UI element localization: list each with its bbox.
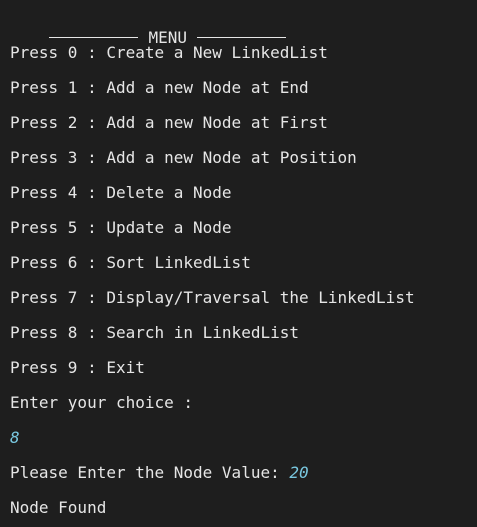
- terminal-window: MENU Press 0 : Create a New LinkedList P…: [0, 0, 477, 527]
- menu-option-3: Press 3 : Add a new Node at Position: [10, 148, 357, 167]
- menu-option-7: Press 7 : Display/Traversal the LinkedLi…: [10, 288, 415, 307]
- node-value-line: Please Enter the Node Value: 20: [10, 463, 309, 483]
- menu-rule-left: [48, 37, 138, 38]
- menu-option-8: Press 8 : Search in LinkedList: [10, 323, 299, 342]
- menu-rule-right: [197, 37, 287, 38]
- node-value-prompt: Please Enter the Node Value:: [10, 463, 290, 482]
- menu-header: MENU: [10, 8, 287, 47]
- menu-option-4: Press 4 : Delete a Node: [10, 183, 232, 202]
- menu-option-5: Press 5 : Update a Node: [10, 218, 232, 237]
- search-result: Node Found: [10, 498, 107, 517]
- node-value-input[interactable]: 20: [289, 463, 308, 482]
- choice-input[interactable]: 8: [10, 428, 20, 448]
- menu-option-9: Press 9 : Exit: [10, 358, 145, 377]
- choice-prompt: Enter your choice :: [10, 393, 194, 412]
- menu-option-6: Press 6 : Sort LinkedList: [10, 253, 251, 272]
- menu-option-1: Press 1 : Add a new Node at End: [10, 78, 309, 97]
- menu-option-0: Press 0 : Create a New LinkedList: [10, 43, 328, 62]
- menu-option-2: Press 2 : Add a new Node at First: [10, 113, 328, 132]
